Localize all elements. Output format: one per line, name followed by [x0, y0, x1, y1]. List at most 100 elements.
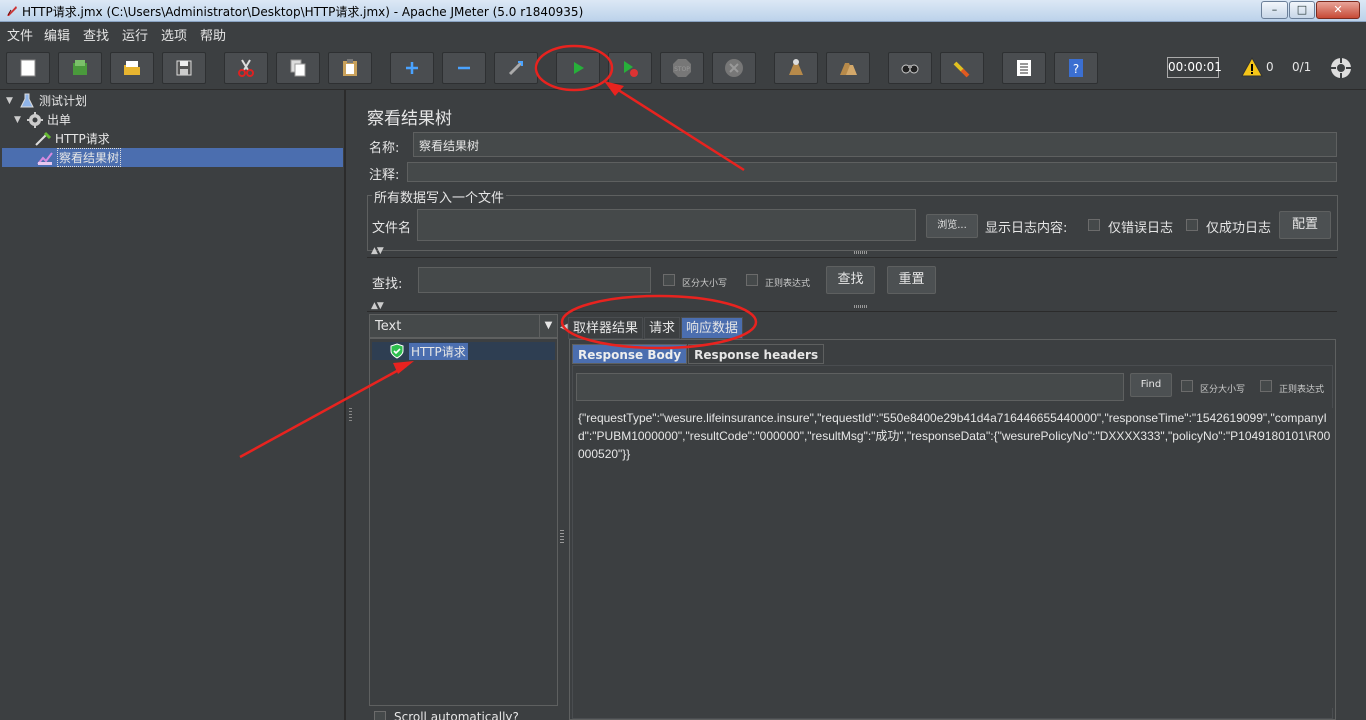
- menu-run[interactable]: 运行: [122, 25, 148, 44]
- minimize-button[interactable]: –: [1261, 1, 1288, 19]
- search-field[interactable]: [418, 267, 651, 293]
- log-content-label: 显示日志内容:: [985, 221, 1068, 236]
- start-no-pause-icon: [624, 61, 638, 77]
- clear-all-icon: [840, 63, 857, 75]
- expand-all-button[interactable]: [390, 52, 434, 84]
- success-only-checkbox[interactable]: [1186, 219, 1198, 231]
- function-helper-button[interactable]: [1002, 52, 1046, 84]
- menu-file[interactable]: 文件: [7, 25, 33, 44]
- tree-item-http-request[interactable]: HTTP请求: [34, 129, 110, 148]
- search-button[interactable]: [888, 52, 932, 84]
- regex-label: 正则表达式: [765, 279, 811, 289]
- filename-field[interactable]: [417, 209, 916, 241]
- response-body-text[interactable]: {"requestType":"wesure.lifeinsurance.ins…: [576, 408, 1333, 708]
- expand-pane-icon[interactable]: ◀: [560, 322, 568, 333]
- response-find-field[interactable]: [576, 373, 1124, 401]
- paste-button[interactable]: [328, 52, 372, 84]
- expand-toggle-icon[interactable]: ▼: [6, 96, 18, 106]
- start-no-pauses-button[interactable]: [608, 52, 652, 84]
- window-titlebar: HTTP请求.jmx (C:\Users\Administrator\Deskt…: [0, 0, 1366, 22]
- browse-button[interactable]: 浏览...: [926, 214, 978, 238]
- reset-search-button[interactable]: [940, 52, 984, 84]
- tab-sampler-result[interactable]: 取样器结果: [568, 317, 644, 339]
- stop-button[interactable]: STOP: [660, 52, 704, 84]
- comment-field[interactable]: [407, 162, 1337, 182]
- cut-button[interactable]: [224, 52, 268, 84]
- thread-group-gear-icon: [27, 111, 43, 128]
- cut-icon: [238, 59, 254, 77]
- svg-text:?: ?: [1073, 62, 1079, 76]
- clear-button[interactable]: [774, 52, 818, 84]
- errors-only-checkbox[interactable]: [1088, 219, 1100, 231]
- comment-label: 注释:: [369, 168, 400, 183]
- scroll-auto: Scroll automatically?: [374, 710, 519, 720]
- shutdown-icon: [725, 59, 743, 77]
- save-icon: [176, 60, 192, 76]
- sampler-pipette-icon: [35, 131, 52, 146]
- save-button[interactable]: [162, 52, 206, 84]
- response-case-sensitive-checkbox[interactable]: [1181, 380, 1193, 392]
- find-button[interactable]: 查找: [826, 266, 875, 294]
- result-item-http-request[interactable]: HTTP请求: [372, 342, 555, 360]
- tree-item-view-results-tree[interactable]: 察看结果树: [2, 148, 343, 167]
- toggle-button[interactable]: [494, 52, 538, 84]
- response-case-sensitive-label: 区分大小写: [1200, 385, 1246, 395]
- help-button[interactable]: ?: [1054, 52, 1098, 84]
- tab-request[interactable]: 请求: [644, 317, 681, 339]
- start-button[interactable]: [556, 52, 600, 84]
- menu-options[interactable]: 选项: [161, 25, 187, 44]
- name-field[interactable]: 察看结果树: [413, 132, 1337, 157]
- response-regex-label: 正则表达式: [1279, 385, 1325, 395]
- chevron-down-icon: ▼: [539, 315, 557, 337]
- tree-item-thread-group[interactable]: ▼ 出单: [14, 110, 71, 129]
- close-button[interactable]: ✕: [1316, 1, 1360, 19]
- panel-title: 察看结果树: [367, 109, 452, 129]
- collapse-all-button[interactable]: [442, 52, 486, 84]
- menu-search[interactable]: 查找: [83, 25, 109, 44]
- collapse-arrows-icon[interactable]: ▲▼: [371, 246, 384, 256]
- regex-checkbox[interactable]: [746, 274, 758, 286]
- test-plan-tree: ▼ 测试计划 ▼ 出单 HTTP请求 察看结果树: [0, 90, 345, 720]
- warning-icon[interactable]: [1241, 56, 1263, 78]
- view-results-tree-panel: 察看结果树 名称: 察看结果树 注释: 所有数据写入一个文件 文件名 浏览...…: [356, 90, 1366, 720]
- case-sensitive-checkbox[interactable]: [663, 274, 675, 286]
- help-icon: ?: [1069, 59, 1083, 77]
- result-list: HTTP请求: [369, 338, 558, 706]
- tree-item-test-plan[interactable]: ▼ 测试计划: [6, 91, 87, 110]
- scroll-auto-checkbox[interactable]: [374, 711, 386, 720]
- window-title: HTTP请求.jmx (C:\Users\Administrator\Deskt…: [22, 5, 584, 19]
- subtab-response-headers[interactable]: Response headers: [688, 344, 825, 364]
- menu-bar: 文件 编辑 查找 运行 选项 帮助: [0, 22, 1366, 44]
- errors-only-label: 仅错误日志: [1108, 221, 1174, 236]
- collapse-arrows-icon[interactable]: ▲▼: [371, 301, 384, 311]
- new-button[interactable]: [6, 52, 50, 84]
- subtab-response-body[interactable]: Response Body: [572, 344, 688, 364]
- maximize-button[interactable]: □: [1289, 1, 1315, 19]
- clear-all-button[interactable]: [826, 52, 870, 84]
- remote-gear-icon[interactable]: [1329, 56, 1353, 80]
- open-icon: [124, 61, 140, 75]
- vertical-grip-icon[interactable]: [560, 530, 564, 544]
- renderer-select[interactable]: Text ▼: [369, 314, 558, 338]
- expand-toggle-icon[interactable]: ▼: [14, 115, 26, 125]
- response-body-pane: Find 区分大小写 正则表达式 {"requestType":"wesure.…: [572, 365, 1333, 719]
- grip-icon[interactable]: [854, 251, 868, 254]
- menu-help[interactable]: 帮助: [200, 25, 226, 44]
- shutdown-button[interactable]: [712, 52, 756, 84]
- reset-button[interactable]: 重置: [887, 266, 936, 294]
- file-group-label: 所有数据写入一个文件: [372, 187, 507, 206]
- templates-icon: [73, 60, 87, 75]
- main-splitter[interactable]: [345, 90, 355, 720]
- open-button[interactable]: [110, 52, 154, 84]
- configure-button[interactable]: 配置: [1279, 211, 1331, 239]
- search-icon: [901, 64, 919, 74]
- menu-edit[interactable]: 编辑: [44, 25, 70, 44]
- response-find-button[interactable]: Find: [1130, 373, 1172, 397]
- grip-icon[interactable]: [854, 305, 868, 308]
- tab-response-data[interactable]: 响应数据: [681, 317, 744, 339]
- function-helper-icon: [1017, 60, 1031, 76]
- copy-button[interactable]: [276, 52, 320, 84]
- templates-button[interactable]: [58, 52, 102, 84]
- response-regex-checkbox[interactable]: [1260, 380, 1272, 392]
- name-label: 名称:: [369, 141, 400, 156]
